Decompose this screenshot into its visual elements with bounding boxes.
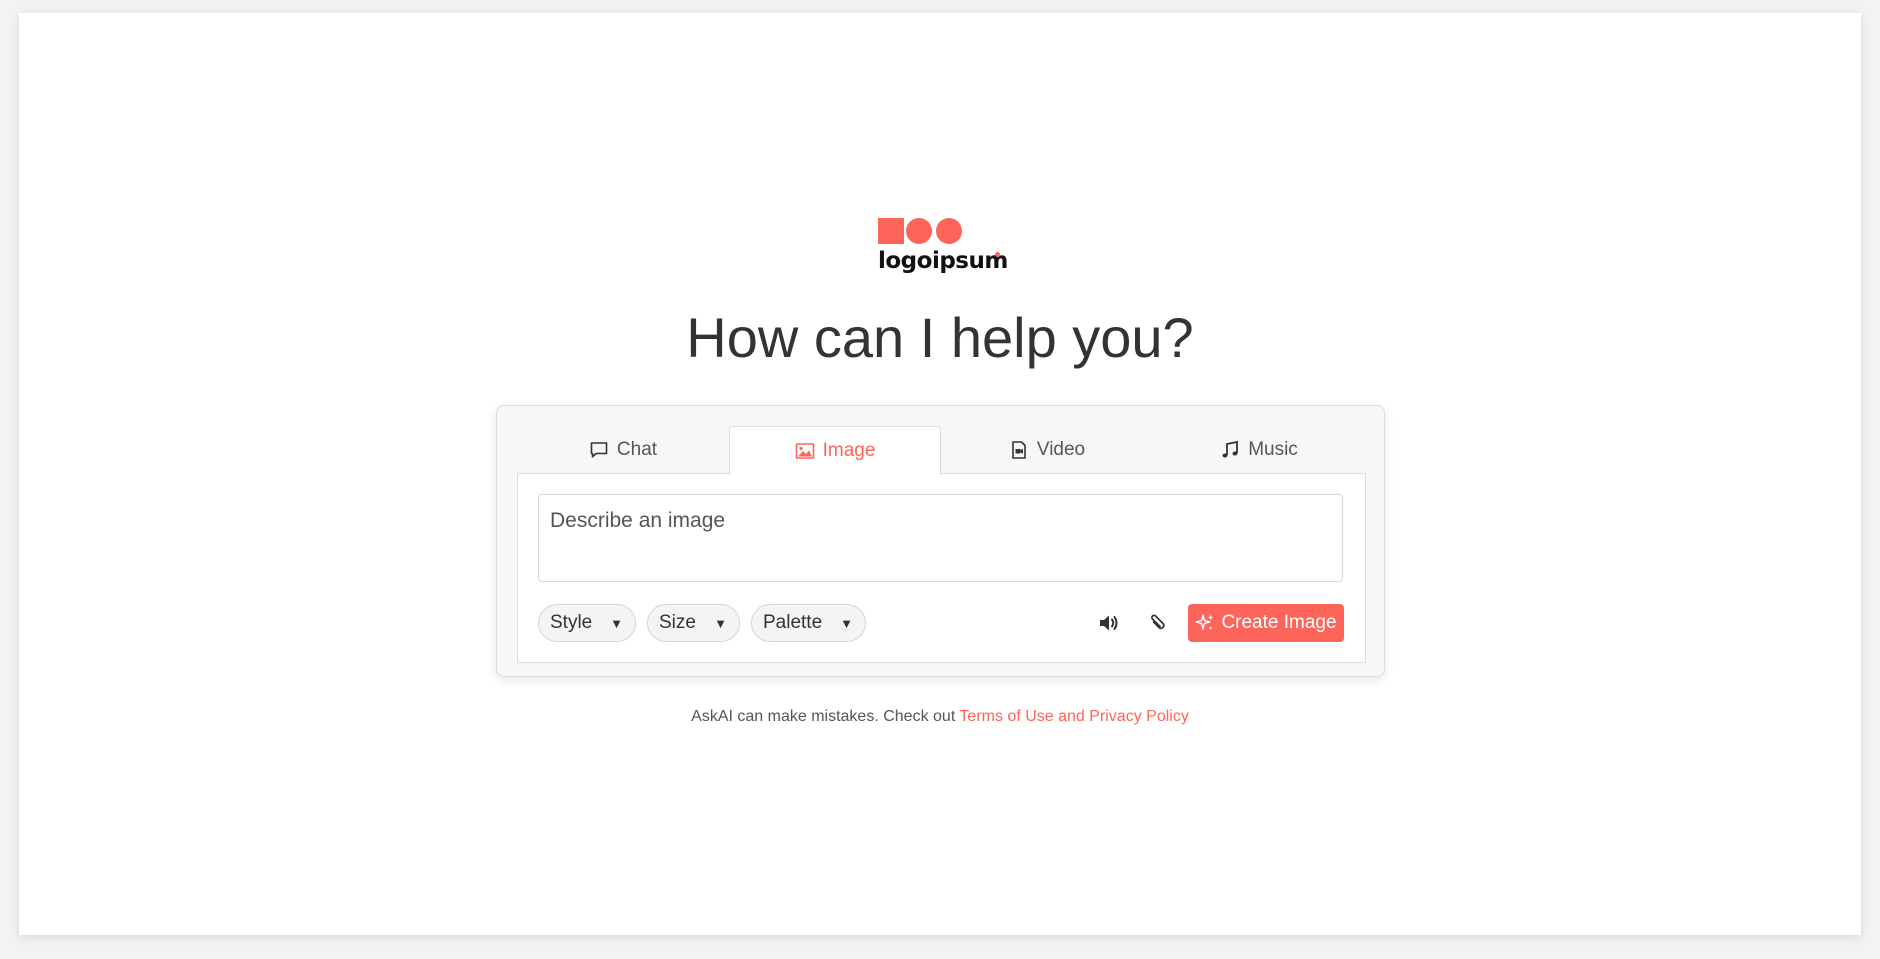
palette-dropdown[interactable]: Palette ▼ [751, 604, 866, 642]
brand-logo: logoipsum [878, 218, 1008, 278]
caret-down-icon: ▼ [610, 615, 623, 631]
tab-chat[interactable]: Chat [517, 426, 729, 474]
music-note-icon [1222, 440, 1239, 458]
dropdown-label: Style [550, 612, 593, 633]
logo-wordmark: logoipsum [878, 248, 1008, 274]
create-image-label: Create Image [1221, 612, 1337, 633]
tab-image[interactable]: Image [729, 426, 941, 475]
caret-down-icon: ▼ [714, 615, 727, 631]
prompt-panel: Chat Image Video Music Describe an image… [496, 405, 1385, 677]
image-tab-content: Style ▼ Size ▼ Palette ▼ [517, 473, 1366, 663]
logo-dot [995, 252, 1000, 257]
tab-label: Chat [616, 439, 658, 460]
mode-tabs: Chat Image Video Music [517, 426, 1366, 475]
tab-label: Video [1036, 439, 1086, 460]
style-dropdown[interactable]: Style ▼ [538, 604, 636, 642]
page-headline: How can I help you? [686, 306, 1194, 369]
chat-bubble-icon [590, 442, 608, 458]
disclaimer-text: AskAI can make mistakes. Check out [691, 708, 960, 725]
disclaimer: AskAI can make mistakes. Check out Terms… [0, 708, 1880, 726]
create-image-button[interactable]: Create Image [1188, 604, 1344, 642]
video-file-icon [1012, 441, 1026, 459]
size-dropdown[interactable]: Size ▼ [647, 604, 740, 642]
attach-button[interactable] [1141, 607, 1173, 639]
describe-image-input[interactable] [538, 494, 1343, 582]
tab-music[interactable]: Music [1153, 426, 1365, 474]
image-icon [795, 443, 814, 459]
sparkles-icon [1195, 614, 1214, 630]
terms-link[interactable]: Terms of Use and Privacy Policy [959, 708, 1188, 725]
speaker-icon [1100, 615, 1118, 631]
tab-label: Image [822, 440, 876, 461]
tab-label: Music [1248, 439, 1298, 460]
dropdown-label: Size [659, 612, 696, 633]
caret-down-icon: ▼ [840, 615, 853, 631]
dropdown-label: Palette [763, 612, 823, 633]
tab-video[interactable]: Video [941, 426, 1153, 474]
paperclip-icon [1151, 614, 1165, 630]
logo-shapes-icon [878, 218, 962, 244]
speaker-button[interactable] [1093, 607, 1125, 639]
